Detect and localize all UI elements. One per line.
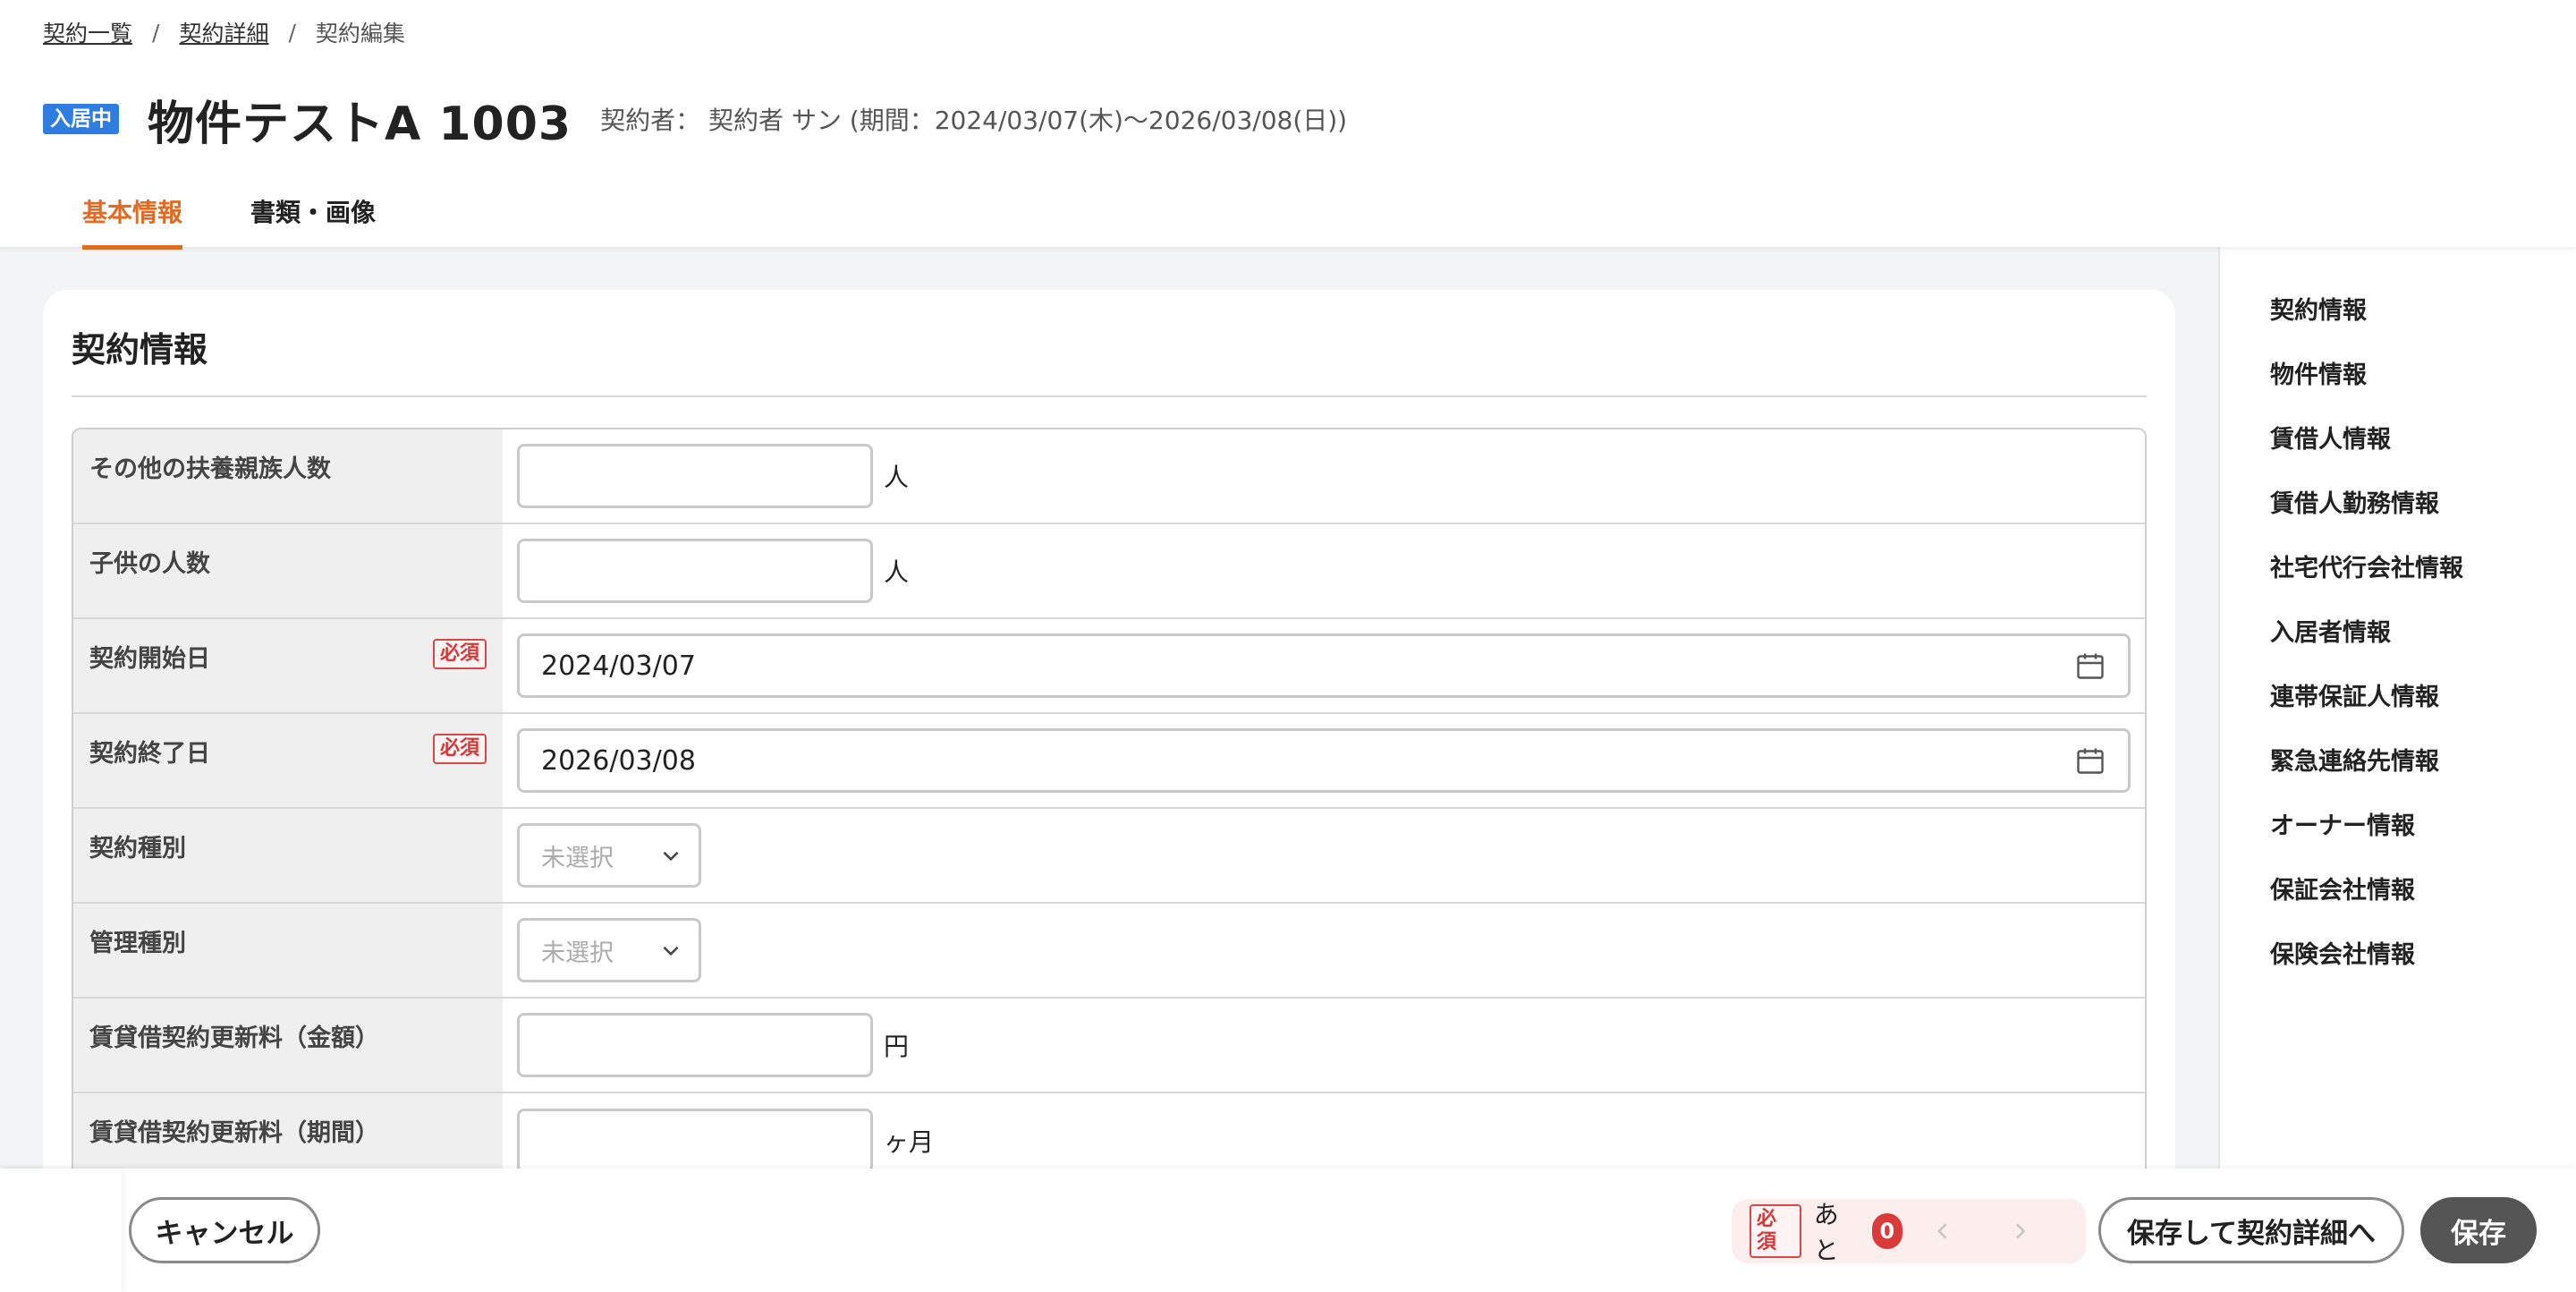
divider <box>72 395 2147 397</box>
side-nav-list: 契約情報 物件情報 賃借人情報 賃借人勤務情報 社宅代行会社情報 入居者情報 連… <box>2270 293 2463 1002</box>
other-dependents-input[interactable] <box>517 444 873 508</box>
chevron-down-icon <box>663 851 679 862</box>
page-header: 契約一覧 / 契約詳細 / 契約編集 入居中 物件テストA 1003 契約者： … <box>0 0 2576 250</box>
field-label: 契約終了日 必須 <box>73 714 503 807</box>
contract-start-date-input[interactable]: 2024/03/07 <box>517 633 2131 698</box>
breadcrumb-separator: / <box>152 19 160 46</box>
field-value: 未選択 <box>503 904 2145 997</box>
field-label-text: 契約開始日 <box>89 645 210 673</box>
side-nav-item-resident-info[interactable]: 入居者情報 <box>2270 616 2463 680</box>
save-button[interactable]: 保存 <box>2420 1197 2537 1263</box>
required-remaining-indicator: 必須 あと 0 <box>1732 1199 2086 1265</box>
field-value: 2026/03/08 <box>503 714 2145 807</box>
chevron-down-icon <box>663 946 679 956</box>
unit-label: ヶ月 <box>884 1127 935 1157</box>
side-nav-item-contract-info[interactable]: 契約情報 <box>2270 293 2463 358</box>
side-nav-item-emergency-contact[interactable]: 緊急連絡先情報 <box>2270 744 2463 809</box>
field-label: その他の扶養親族人数 <box>73 429 503 523</box>
page-title: 物件テストA 1003 <box>148 97 572 151</box>
tab-documents-images[interactable]: 書類・画像 <box>250 193 376 250</box>
save-and-go-detail-button[interactable]: 保存して契約詳細へ <box>2098 1197 2404 1263</box>
side-nav-item-tenant-info[interactable]: 賃借人情報 <box>2270 422 2463 487</box>
select-value: 未選択 <box>541 844 614 872</box>
field-label: 契約開始日 必須 <box>73 619 503 712</box>
cancel-button[interactable]: キャンセル <box>129 1197 320 1263</box>
side-nav-item-guarantee-company[interactable]: 保証会社情報 <box>2270 873 2463 938</box>
side-nav-item-company-housing-agent[interactable]: 社宅代行会社情報 <box>2270 551 2463 616</box>
tab-basic-info[interactable]: 基本情報 <box>82 193 183 250</box>
breadcrumb-separator: / <box>288 19 296 46</box>
breadcrumb: 契約一覧 / 契約詳細 / 契約編集 <box>43 16 405 48</box>
contract-form: その他の扶養親族人数 人 子供の人数 人 契約開始日 必須 2024/03/07 <box>72 428 2147 1190</box>
side-nav-item-joint-guarantor[interactable]: 連帯保証人情報 <box>2270 680 2463 744</box>
form-row: 契約種別 未選択 <box>73 809 2145 904</box>
side-nav-item-owner-info[interactable]: オーナー情報 <box>2270 809 2463 873</box>
contract-end-date-input[interactable]: 2026/03/08 <box>517 728 2131 793</box>
breadcrumb-current: 契約編集 <box>315 21 405 47</box>
select-value: 未選択 <box>541 939 614 967</box>
breadcrumb-contract-list[interactable]: 契約一覧 <box>43 16 132 48</box>
contract-meta: 契約者： 契約者 サン (期間：2024/03/07(木)〜2026/03/08… <box>600 106 1348 135</box>
field-label: 賃貸借契約更新料（金額） <box>73 999 503 1092</box>
field-value: 人 <box>503 524 2145 617</box>
side-nav-item-tenant-work-info[interactable]: 賃借人勤務情報 <box>2270 487 2463 551</box>
remaining-label: あと <box>1813 1200 1839 1265</box>
bottom-left-panel <box>0 1169 122 1292</box>
calendar-icon[interactable] <box>2074 650 2106 682</box>
field-value: 2024/03/07 <box>503 619 2145 712</box>
side-nav-item-insurance-company[interactable]: 保険会社情報 <box>2270 938 2463 1002</box>
chevron-left-icon[interactable] <box>1931 1219 1955 1244</box>
required-tag: 必須 <box>432 639 487 669</box>
chevron-right-icon[interactable] <box>2008 1219 2032 1244</box>
unit-label: 人 <box>884 463 910 492</box>
required-tag: 必須 <box>1750 1204 1801 1258</box>
unit-label: 人 <box>884 557 910 587</box>
management-type-select[interactable]: 未選択 <box>517 918 701 982</box>
date-value: 2024/03/07 <box>541 650 696 682</box>
field-label: 管理種別 <box>73 904 503 997</box>
field-label: 契約種別 <box>73 809 503 902</box>
renewal-fee-amount-input[interactable] <box>517 1013 873 1077</box>
contract-type-select[interactable]: 未選択 <box>517 823 701 888</box>
form-row: 契約開始日 必須 2024/03/07 <box>73 619 2145 714</box>
remaining-count-badge: 0 <box>1871 1213 1902 1249</box>
calendar-icon[interactable] <box>2074 744 2106 777</box>
status-badge: 入居中 <box>43 104 119 134</box>
field-label: 子供の人数 <box>73 524 503 617</box>
children-count-input[interactable] <box>517 539 873 603</box>
breadcrumb-contract-detail[interactable]: 契約詳細 <box>179 16 268 48</box>
form-row: 契約終了日 必須 2026/03/08 <box>73 714 2145 809</box>
bottom-action-bar: キャンセル 必須 あと 0 保存して契約詳細へ 保存 <box>0 1169 2576 1292</box>
required-tag: 必須 <box>432 734 487 764</box>
field-value: 円 <box>503 999 2145 1092</box>
contract-info-card: 契約情報 その他の扶養親族人数 人 子供の人数 人 契約開始日 必須 2024/… <box>43 290 2175 1292</box>
form-row: 管理種別 未選択 <box>73 904 2145 999</box>
form-row: その他の扶養親族人数 人 <box>73 429 2145 524</box>
form-row: 賃貸借契約更新料（金額） 円 <box>73 999 2145 1093</box>
field-label-text: 契約終了日 <box>89 740 210 768</box>
section-side-nav: 契約情報 物件情報 賃借人情報 賃借人勤務情報 社宅代行会社情報 入居者情報 連… <box>2218 247 2576 1292</box>
form-row: 子供の人数 人 <box>73 524 2145 619</box>
renewal-fee-period-input[interactable] <box>517 1109 873 1173</box>
side-nav-item-property-info[interactable]: 物件情報 <box>2270 358 2463 422</box>
field-value: 人 <box>503 429 2145 523</box>
section-title: 契約情報 <box>72 330 208 370</box>
field-value: 未選択 <box>503 809 2145 902</box>
unit-label: 円 <box>884 1032 910 1061</box>
date-value: 2026/03/08 <box>541 744 696 777</box>
title-row: 入居中 物件テストA 1003 契約者： 契約者 サン (期間：2024/03/… <box>43 88 1348 151</box>
tab-bar: 基本情報 書類・画像 <box>82 193 444 250</box>
